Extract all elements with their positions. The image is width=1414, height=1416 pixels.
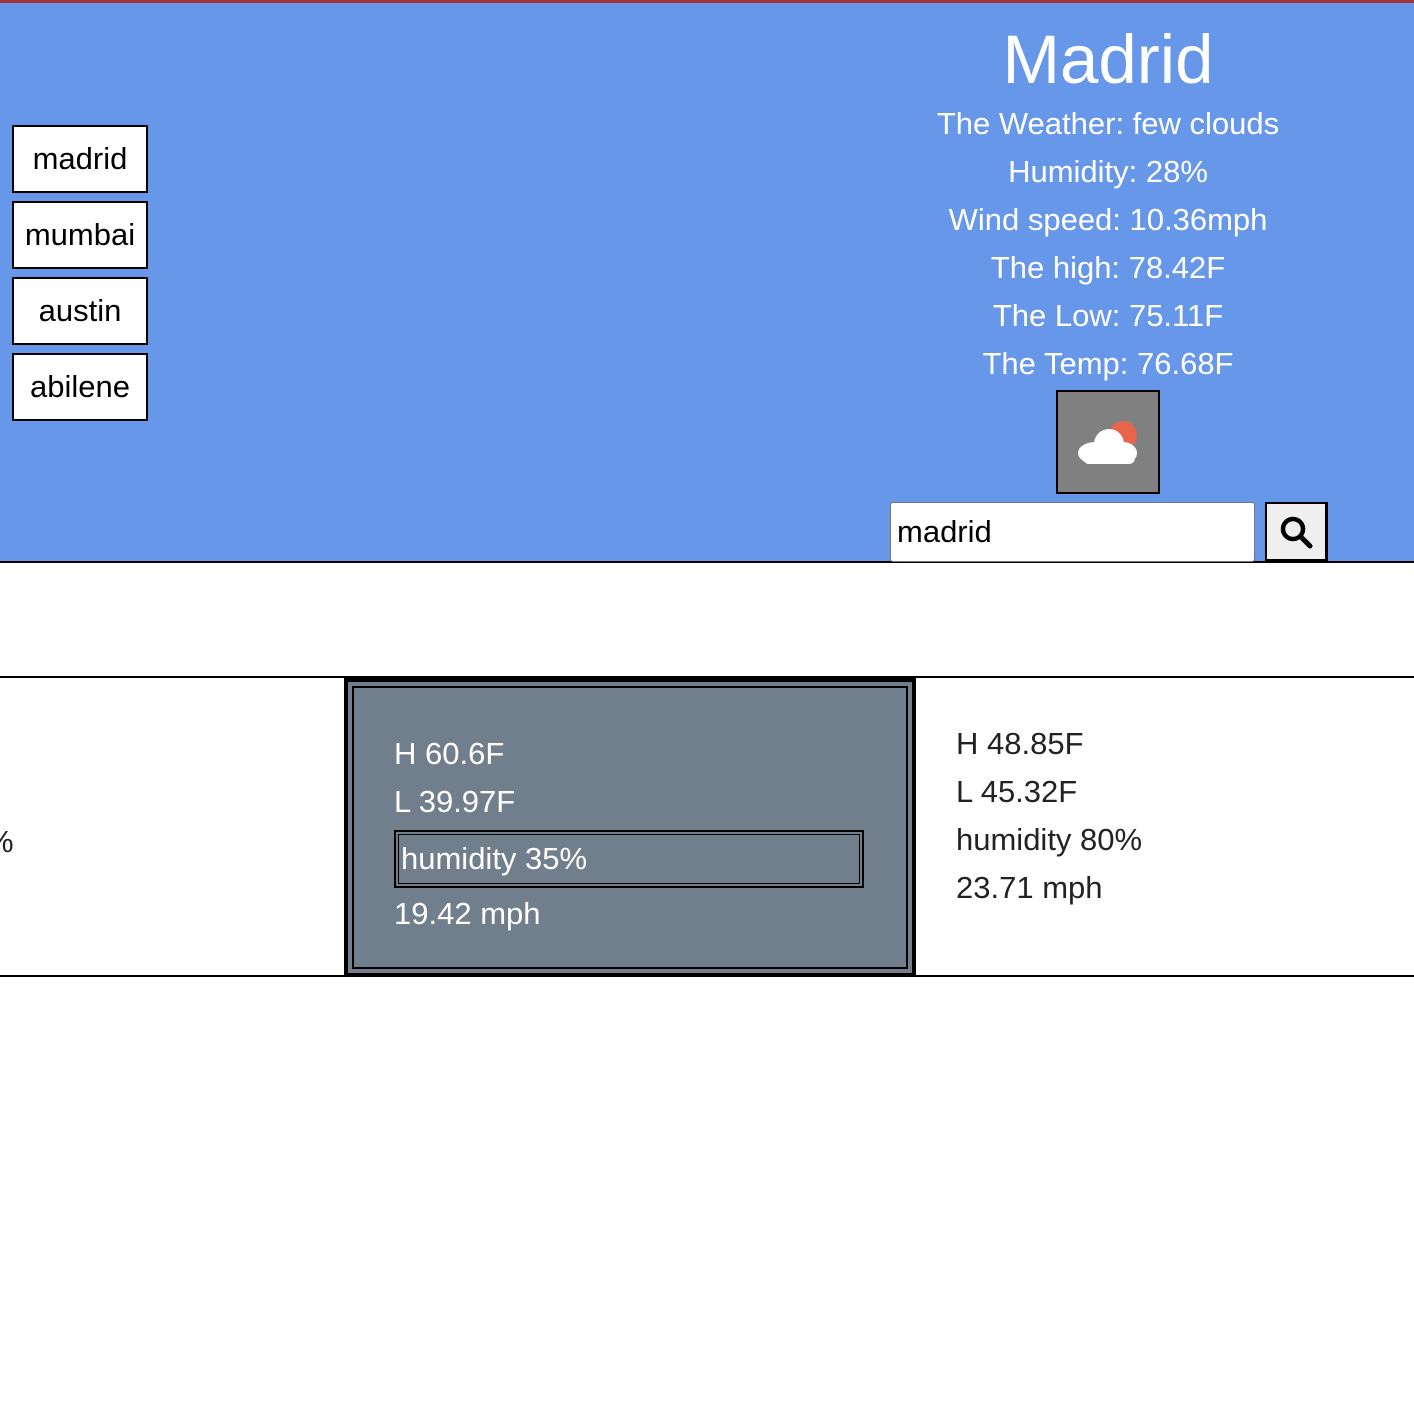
forecast-day-partial-text: %: [0, 818, 14, 866]
forecast-day-card-selected[interactable]: H 60.6F L 39.97F humidity 35% 19.42 mph: [344, 678, 916, 977]
forecast-wind: 23.71 mph: [956, 870, 1103, 905]
current-weather: Madrid The Weather: few clouds Humidity:…: [808, 20, 1408, 494]
search-bar: [890, 502, 1330, 564]
forecast-day-card-previous[interactable]: %: [0, 678, 340, 975]
high-temp-text: The high: 78.42F: [990, 250, 1226, 285]
forecast-low: L 39.97F: [394, 784, 516, 819]
search-icon: [1280, 516, 1313, 548]
forecast-day-card-next[interactable]: H 48.85F L 45.32F humidity 80% 23.71 mph: [956, 720, 1396, 1017]
history-button-mumbai[interactable]: mumbai: [12, 201, 148, 269]
wind-speed-text: Wind speed: 10.36mph: [948, 202, 1268, 237]
forecast-humidity: humidity 80%: [956, 822, 1143, 857]
history-button-austin[interactable]: austin: [12, 277, 148, 345]
search-history-list: madrid mumbai austin abilene: [12, 125, 148, 429]
current-temp-text: The Temp: 76.68F: [982, 346, 1234, 381]
city-search-input[interactable]: [890, 502, 1255, 562]
weather-icon-box: [1056, 390, 1160, 494]
few-clouds-icon: [1078, 421, 1137, 464]
humidity-text: Humidity: 28%: [1008, 154, 1208, 189]
forecast-wind: 19.42 mph: [394, 896, 541, 931]
history-button-madrid[interactable]: madrid: [12, 125, 148, 193]
forecast-humidity: humidity 35%: [394, 830, 864, 888]
city-name: Madrid: [1002, 21, 1214, 98]
forecast-strip: % H 60.6F L 39.97F humidity 35% 19.42 mp…: [0, 676, 1414, 977]
header-panel: madrid mumbai austin abilene Madrid The …: [0, 3, 1414, 563]
forecast-high: H 48.85F: [956, 726, 1084, 761]
forecast-low: L 45.32F: [956, 774, 1078, 809]
weather-description: The Weather: few clouds: [936, 106, 1280, 141]
search-button[interactable]: [1265, 502, 1328, 562]
history-button-abilene[interactable]: abilene: [12, 353, 148, 421]
forecast-high: H 60.6F: [394, 736, 505, 771]
low-temp-text: The Low: 75.11F: [992, 298, 1224, 333]
